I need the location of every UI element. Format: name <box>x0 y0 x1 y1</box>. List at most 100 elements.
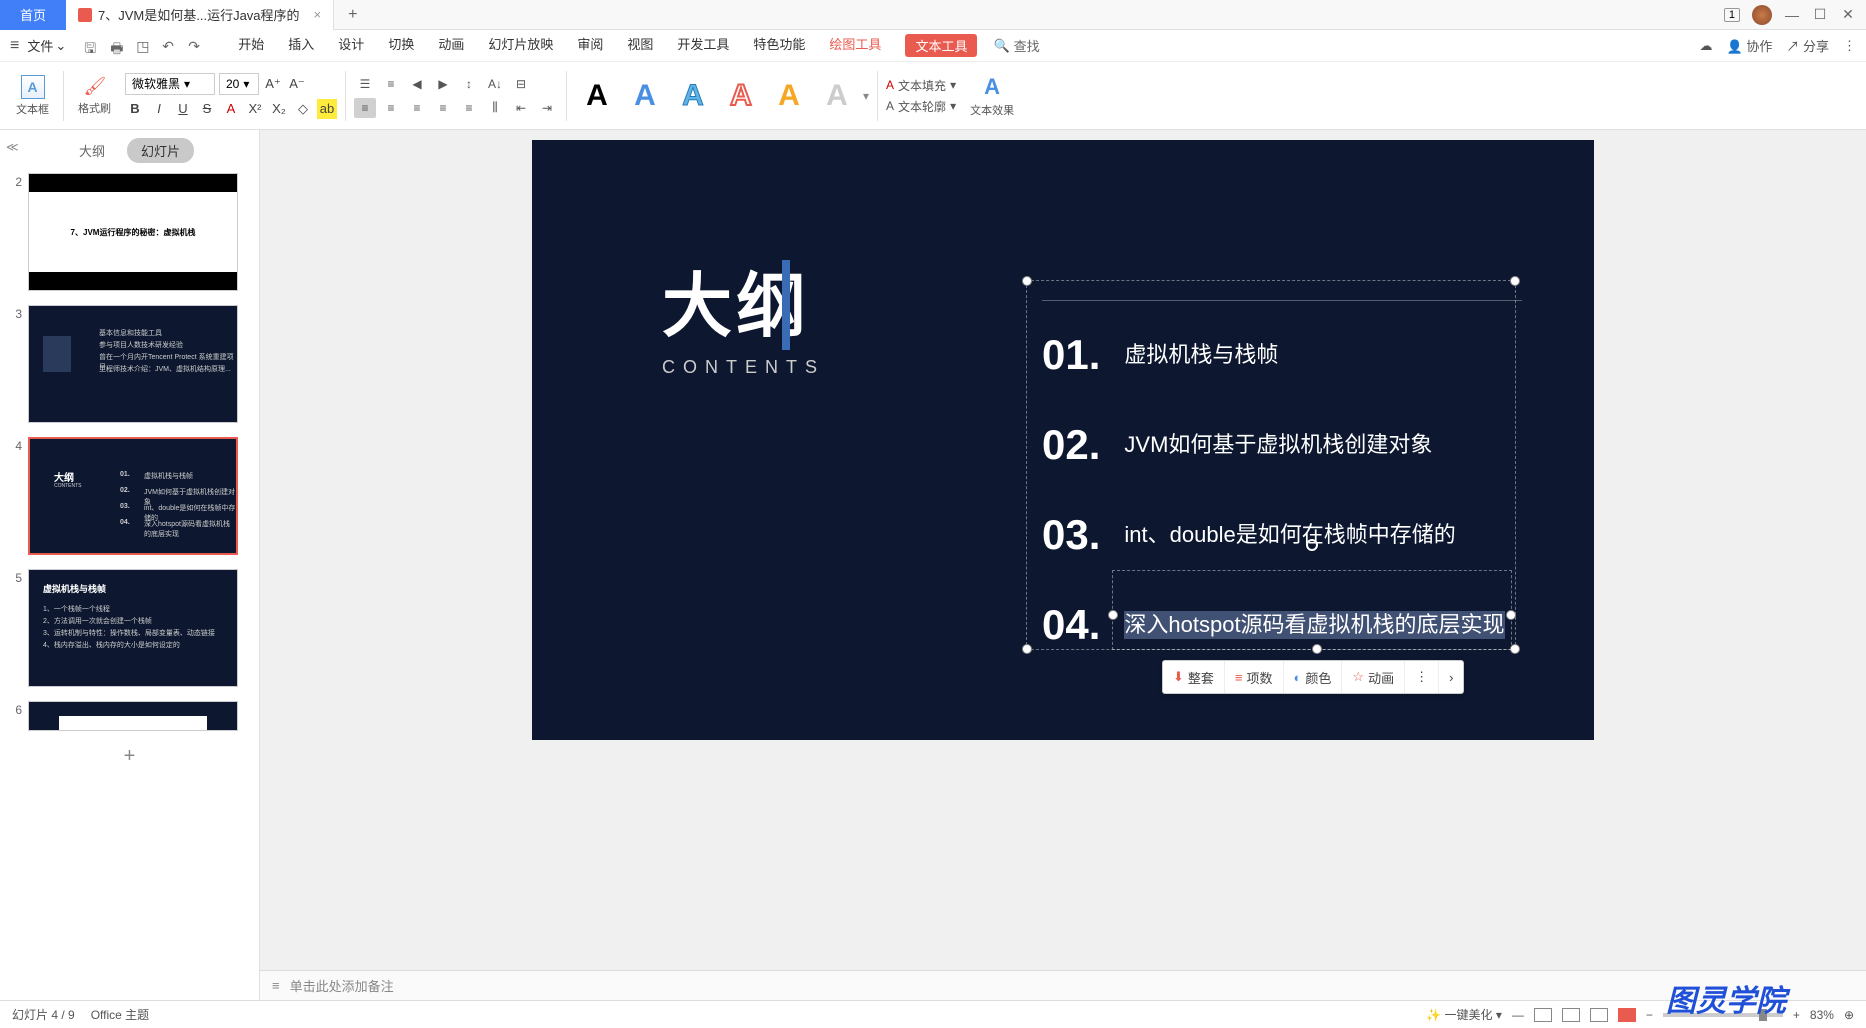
slide[interactable]: 大纲 CONTENTS 01. 虚拟机栈与栈帧 02. JVM如何基于虚拟机栈创… <box>532 140 1594 740</box>
distribute-button[interactable]: ≡ <box>458 98 480 118</box>
undo-icon[interactable]: ↶ <box>162 38 178 54</box>
tab-animation[interactable]: 动画 <box>438 34 464 57</box>
thumbnail-3[interactable]: 3 基本信息和技能工具 参与项目人数技术研发经验 曾在一个月内开Tencent … <box>8 305 251 423</box>
zoom-level[interactable]: 83% <box>1810 1008 1834 1022</box>
decrease-indent-button[interactable]: ◀ <box>406 74 428 94</box>
text-direction-button[interactable]: A↓ <box>484 74 506 94</box>
ctx-anim-button[interactable]: ☆动画 <box>1342 661 1405 693</box>
cloud-icon[interactable]: ☁ <box>1700 38 1713 54</box>
tab-slideshow[interactable]: 幻灯片放映 <box>488 34 553 57</box>
tab-review[interactable]: 审阅 <box>577 34 603 57</box>
wordart-style-1[interactable]: A <box>575 74 619 118</box>
font-size-combo[interactable]: 20▾ <box>219 73 259 95</box>
handle-bm[interactable] <box>1312 644 1322 654</box>
zoom-out-button[interactable]: − <box>1646 1008 1653 1022</box>
slideshow-view-button[interactable] <box>1618 1008 1636 1022</box>
indent-left-button[interactable]: ⇤ <box>510 98 532 118</box>
handle-bl[interactable] <box>1022 644 1032 654</box>
tab-drawing[interactable]: 绘图工具 <box>829 34 881 57</box>
fit-button[interactable]: ⊕ <box>1844 1008 1854 1022</box>
preview-icon[interactable]: ◳ <box>136 38 152 54</box>
save-icon[interactable]: 🖫 <box>84 38 100 54</box>
decrease-font-icon[interactable]: A⁻ <box>287 74 307 94</box>
share-button[interactable]: ↗ 分享 <box>1786 36 1829 55</box>
more-icon[interactable]: ⋮ <box>1843 38 1856 54</box>
highlight-button[interactable]: ab <box>317 99 337 119</box>
italic-button[interactable]: I <box>149 99 169 119</box>
align-right-button[interactable]: ≡ <box>406 98 428 118</box>
rotate-handle[interactable] <box>1306 539 1318 551</box>
subscript-button[interactable]: X₂ <box>269 99 289 119</box>
thumbnail-4[interactable]: 4 大纲 CONTENTS 01. 虚拟机栈与栈帧 02. JVM如何基于虚拟机… <box>8 437 251 555</box>
wordart-style-2[interactable]: A <box>623 74 667 118</box>
justify-button[interactable]: ≡ <box>432 98 454 118</box>
reading-view-button[interactable] <box>1590 1008 1608 1022</box>
notes-bar[interactable]: ≡ 单击此处添加备注 <box>260 970 1866 1000</box>
format-painter-group[interactable]: 🖌 格式刷 <box>72 76 117 116</box>
hamburger-icon[interactable]: ≡ <box>10 37 19 55</box>
thumbnail-6[interactable]: 6 <box>8 701 251 731</box>
add-slide-button[interactable]: + <box>8 745 251 768</box>
handle-ml[interactable] <box>1108 610 1118 620</box>
clear-format-button[interactable]: ◇ <box>293 99 313 119</box>
handle-tr[interactable] <box>1510 276 1520 286</box>
search-box[interactable]: 🔍 查找 <box>993 36 1039 55</box>
zoom-in-button[interactable]: + <box>1793 1008 1800 1022</box>
align-left-button[interactable]: ≡ <box>354 98 376 118</box>
ctx-items-button[interactable]: ≡项数 <box>1225 661 1284 693</box>
numbering-button[interactable]: ≡ <box>380 74 402 94</box>
user-avatar[interactable] <box>1752 5 1772 25</box>
align-text-button[interactable]: ⊟ <box>510 74 532 94</box>
file-menu[interactable]: 文件 ⌄ <box>27 36 66 55</box>
home-tab[interactable]: 首页 <box>0 0 66 30</box>
underline-button[interactable]: U <box>173 99 193 119</box>
align-center-button[interactable]: ≡ <box>380 98 402 118</box>
increase-indent-button[interactable]: ▶ <box>432 74 454 94</box>
textbox-group[interactable]: A 文本框 <box>10 75 55 117</box>
tab-design[interactable]: 设计 <box>338 34 364 57</box>
text-effects-button[interactable]: A 文本效果 <box>964 74 1020 118</box>
strike-button[interactable]: S <box>197 99 217 119</box>
tab-text-tool[interactable]: 文本工具 <box>905 34 977 57</box>
print-icon[interactable]: 🖶 <box>110 38 126 54</box>
ctx-full-button[interactable]: ⬇整套 <box>1163 661 1225 693</box>
sorter-view-button[interactable] <box>1562 1008 1580 1022</box>
increase-font-icon[interactable]: A⁺ <box>263 74 283 94</box>
beautify-button[interactable]: ✨ 一键美化 ▾ <box>1426 1006 1502 1023</box>
slides-tab[interactable]: 幻灯片 <box>127 138 194 163</box>
redo-icon[interactable]: ↷ <box>188 38 204 54</box>
text-fill-button[interactable]: A 文本填充 ▾ <box>886 77 956 94</box>
normal-view-button[interactable] <box>1534 1008 1552 1022</box>
wordart-style-5[interactable]: A <box>767 74 811 118</box>
tab-transition[interactable]: 切换 <box>388 34 414 57</box>
minimize-button[interactable]: — <box>1784 7 1800 23</box>
wordart-style-4[interactable]: A <box>719 74 763 118</box>
collab-button[interactable]: 👤 协作 <box>1727 36 1773 55</box>
outline-tab[interactable]: 大纲 <box>65 138 119 163</box>
superscript-button[interactable]: X² <box>245 99 265 119</box>
bullets-button[interactable]: ☰ <box>354 74 376 94</box>
close-button[interactable]: ✕ <box>1840 6 1856 23</box>
handle-mr[interactable] <box>1506 610 1516 620</box>
wordart-style-3[interactable]: A <box>671 74 715 118</box>
tab-dev[interactable]: 开发工具 <box>677 34 729 57</box>
wordart-more-icon[interactable]: ▾ <box>863 89 869 103</box>
thumbnail-5[interactable]: 5 虚拟机栈与栈帧 1、一个栈帧一个线程 2、方法调用一次就会创建一个栈帧 3、… <box>8 569 251 687</box>
tab-view[interactable]: 视图 <box>627 34 653 57</box>
thumbnail-2[interactable]: 2 7、JVM运行程序的秘密：虚拟机栈 <box>8 173 251 291</box>
file-tab[interactable]: 7、JVM是如何基...运行Java程序的 × <box>66 0 334 30</box>
close-tab-icon[interactable]: × <box>314 7 322 22</box>
columns-button[interactable]: ⫼ <box>484 98 506 118</box>
maximize-button[interactable]: ☐ <box>1812 6 1828 23</box>
window-badge[interactable]: 1 <box>1724 8 1740 22</box>
ctx-next-button[interactable]: › <box>1439 661 1463 693</box>
indent-right-button[interactable]: ⇥ <box>536 98 558 118</box>
ctx-color-button[interactable]: ◐颜色 <box>1284 661 1343 693</box>
ctx-more-button[interactable]: ⋮ <box>1405 661 1439 693</box>
notes-toggle[interactable]: — <box>1512 1008 1524 1022</box>
handle-tl[interactable] <box>1022 276 1032 286</box>
tab-special[interactable]: 特色功能 <box>753 34 805 57</box>
text-outline-button[interactable]: A 文本轮廓 ▾ <box>886 98 956 115</box>
font-color-button[interactable]: A <box>221 99 241 119</box>
wordart-style-6[interactable]: A <box>815 74 859 118</box>
